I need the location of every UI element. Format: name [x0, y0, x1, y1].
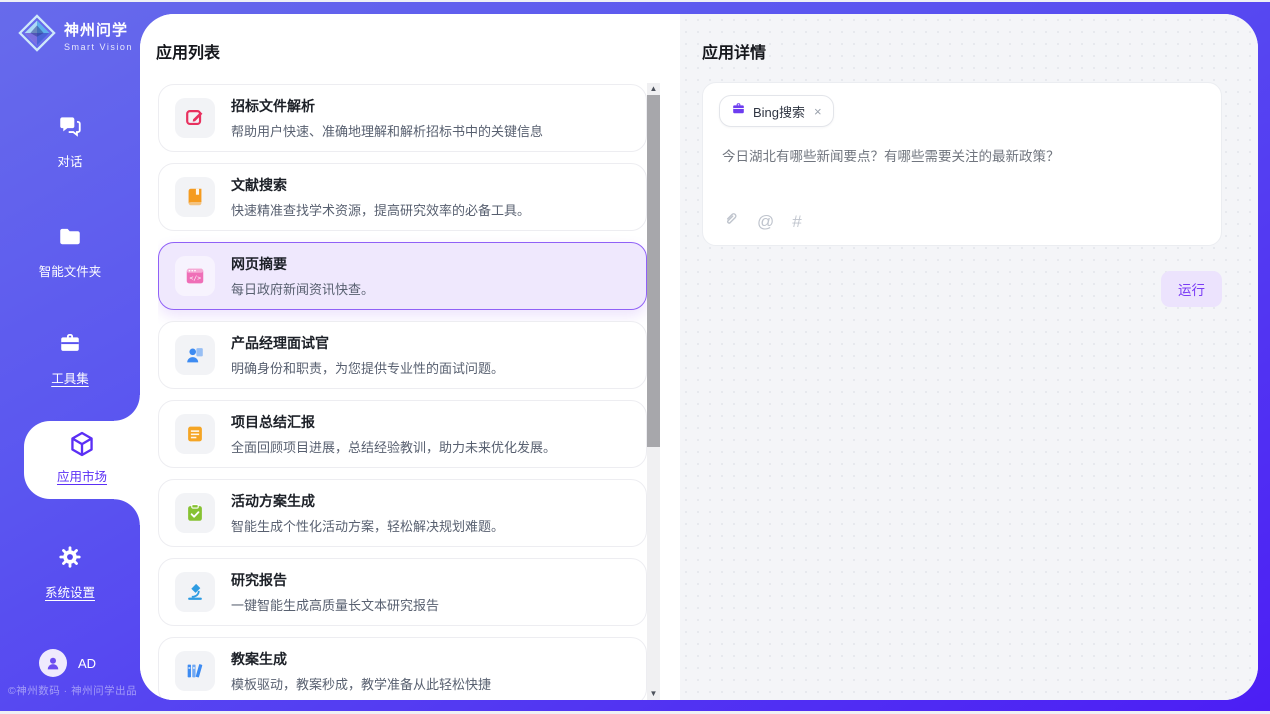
sidebar-item-label: 智能文件夹 — [0, 261, 140, 280]
book-icon — [175, 177, 215, 217]
app-card-lesson-plan[interactable]: 教案生成 模板驱动，教案秒成，教学准备从此轻松快捷 — [158, 637, 647, 700]
sidebar-item-label: 工具集 — [0, 368, 140, 387]
app-name: 网页摘要 — [231, 254, 374, 274]
sidebar-item-smart-folders[interactable]: 智能文件夹 — [0, 223, 140, 280]
app-name: 产品经理面试官 — [231, 333, 504, 353]
edit-square-icon — [175, 98, 215, 138]
app-list-title: 应用列表 — [156, 39, 220, 63]
chat-icon — [57, 126, 83, 143]
app-card-activity-plan[interactable]: 活动方案生成 智能生成个性化活动方案，轻松解决规划难题。 — [158, 479, 647, 547]
mention-icon[interactable]: @ — [757, 213, 774, 230]
close-icon[interactable]: × — [814, 104, 822, 119]
briefcase-icon — [731, 101, 746, 121]
main-content: 应用列表 招标文件解析 帮助用户快速、准确地理解和解析招标书中的关键信息 — [140, 14, 1258, 700]
copyright-footer: ©神州数码 · 神州问学出品 — [8, 683, 140, 698]
sidebar-item-app-market[interactable]: 应用市场 — [24, 421, 140, 499]
folder-icon — [57, 236, 83, 253]
query-input[interactable]: 今日湖北有哪些新闻要点？有哪些需要关注的最新政策？ — [722, 147, 1202, 167]
toolbox-icon — [57, 343, 83, 360]
app-desc: 快速精准查找学术资源，提高研究效率的必备工具。 — [231, 200, 530, 219]
browser-code-icon: </> — [175, 256, 215, 296]
gear-icon — [57, 557, 83, 574]
app-desc: 每日政府新闻资讯快查。 — [231, 279, 374, 298]
sidebar: 神州问学 Smart Vision 对话 智能文件夹 工具集 — [0, 2, 140, 711]
run-row: 运行 — [702, 271, 1222, 307]
hash-icon[interactable]: # — [792, 213, 801, 230]
clipboard-check-icon — [175, 493, 215, 533]
brand-title: 神州问学 — [64, 19, 133, 40]
sidebar-item-label: 对话 — [0, 151, 140, 170]
app-desc: 明确身份和职责，为您提供专业性的面试问题。 — [231, 358, 504, 377]
tool-chip-label: Bing搜索 — [753, 102, 805, 121]
app-name: 招标文件解析 — [231, 96, 543, 116]
sidebar-item-label: 系统设置 — [0, 582, 140, 601]
interviewer-icon — [175, 335, 215, 375]
app-list-panel: 应用列表 招标文件解析 帮助用户快速、准确地理解和解析招标书中的关键信息 — [140, 14, 680, 700]
cube-icon — [68, 445, 96, 462]
app-card-pm-interviewer[interactable]: 产品经理面试官 明确身份和职责，为您提供专业性的面试问题。 — [158, 321, 647, 389]
brand-subtitle: Smart Vision — [64, 42, 133, 52]
tool-chip-bing-search[interactable]: Bing搜索 × — [719, 95, 834, 127]
query-editor-card: Bing搜索 × 今日湖北有哪些新闻要点？有哪些需要关注的最新政策？ @ # — [702, 82, 1222, 246]
sidebar-item-label: 应用市场 — [24, 466, 140, 485]
books-icon — [175, 651, 215, 691]
app-card-web-summary[interactable]: </> 网页摘要 每日政府新闻资讯快查。 — [158, 242, 647, 310]
microscope-icon — [175, 572, 215, 612]
paperclip-icon[interactable] — [722, 210, 739, 232]
app-name: 项目总结汇报 — [231, 412, 556, 432]
app-desc: 全面回顾项目进展，总结经验教训，助力未来优化发展。 — [231, 437, 556, 456]
app-name: 文献搜索 — [231, 175, 530, 195]
list-scrollbar[interactable]: ▲ ▼ — [647, 83, 660, 700]
user-initials: AD — [78, 656, 96, 671]
app-name: 活动方案生成 — [231, 491, 504, 511]
run-button[interactable]: 运行 — [1161, 271, 1222, 307]
scroll-down-icon[interactable]: ▼ — [647, 688, 660, 700]
avatar — [39, 649, 67, 677]
diamond-logo-icon — [18, 14, 56, 57]
app-desc: 智能生成个性化活动方案，轻松解决规划难题。 — [231, 516, 504, 535]
brand-logo: 神州问学 Smart Vision — [18, 14, 133, 57]
app-desc: 帮助用户快速、准确地理解和解析招标书中的关键信息 — [231, 121, 543, 140]
app-card-bid-parse[interactable]: 招标文件解析 帮助用户快速、准确地理解和解析招标书中的关键信息 — [158, 84, 647, 152]
sidebar-item-toolset[interactable]: 工具集 — [0, 330, 140, 387]
app-detail-title: 应用详情 — [702, 39, 766, 63]
app-card-project-report[interactable]: 项目总结汇报 全面回顾项目进展，总结经验教训，助力未来优化发展。 — [158, 400, 647, 468]
scroll-up-icon[interactable]: ▲ — [647, 83, 660, 95]
app-desc: 模板驱动，教案秒成，教学准备从此轻松快捷 — [231, 674, 491, 693]
attachment-toolbar: @ # — [722, 210, 802, 232]
app-name: 研究报告 — [231, 570, 439, 590]
app-card-list: 招标文件解析 帮助用户快速、准确地理解和解析招标书中的关键信息 文献搜索 快速精… — [158, 84, 647, 700]
notes-icon — [175, 414, 215, 454]
scrollbar-thumb[interactable] — [647, 95, 660, 447]
app-detail-panel: 应用详情 Bing搜索 × 今日湖北有哪些新闻要点？有哪些需要关注的最新政策？ — [680, 14, 1258, 700]
app-name: 教案生成 — [231, 649, 491, 669]
app-card-research-report[interactable]: 研究报告 一键智能生成高质量长文本研究报告 — [158, 558, 647, 626]
app-desc: 一键智能生成高质量长文本研究报告 — [231, 595, 439, 614]
svg-text:</>: </> — [190, 274, 202, 282]
app-card-literature-search[interactable]: 文献搜索 快速精准查找学术资源，提高研究效率的必备工具。 — [158, 163, 647, 231]
sidebar-item-settings[interactable]: 系统设置 — [0, 544, 140, 601]
user-profile[interactable]: AD — [39, 649, 96, 677]
sidebar-item-chat[interactable]: 对话 — [0, 113, 140, 170]
